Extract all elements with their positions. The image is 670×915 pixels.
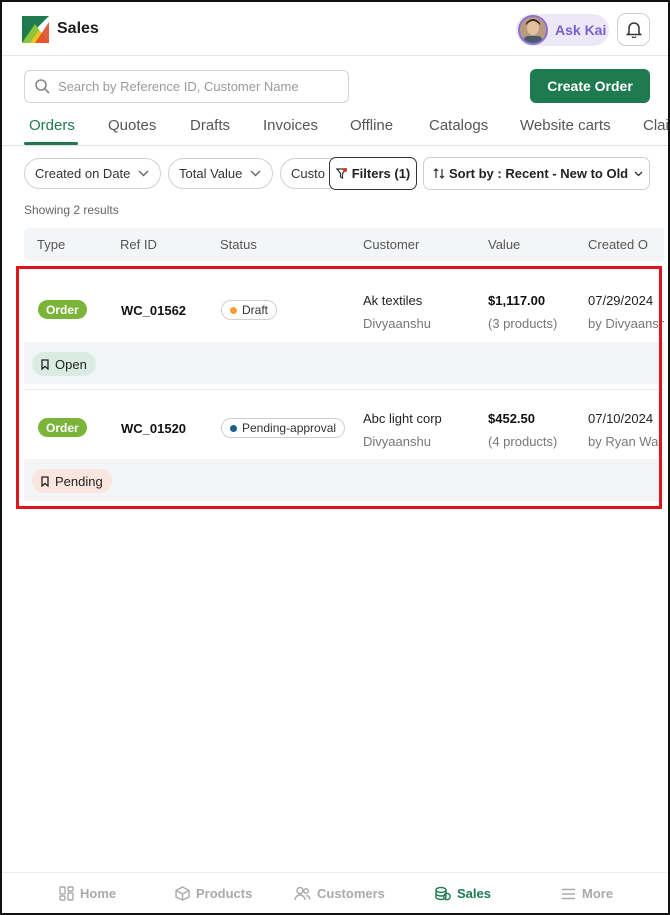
col-type: Type bbox=[37, 237, 66, 252]
nav-sales[interactable]: Sales bbox=[435, 886, 491, 901]
filters-label: Filters (1) bbox=[351, 166, 411, 181]
app-logo-icon bbox=[22, 16, 49, 43]
sort-button[interactable]: Sort by : Recent - New to Old bbox=[423, 157, 650, 190]
ask-kai-label: Ask Kai bbox=[555, 22, 607, 38]
created-on-date-filter[interactable]: Created on Date bbox=[24, 158, 161, 189]
menu-icon bbox=[562, 888, 575, 899]
users-icon bbox=[294, 886, 311, 901]
customer-filter-label: Custo bbox=[291, 166, 325, 181]
top-header: Sales Ask Kai bbox=[2, 2, 668, 56]
results-count: Showing 2 results bbox=[24, 203, 119, 217]
tab-catalogs[interactable]: Catalogs bbox=[429, 117, 488, 134]
nav-home[interactable]: Home bbox=[59, 886, 116, 901]
create-order-button[interactable]: Create Order bbox=[530, 69, 650, 103]
chevron-down-icon bbox=[138, 170, 149, 177]
total-value-label: Total Value bbox=[179, 166, 243, 181]
col-ref-id: Ref ID bbox=[120, 237, 157, 252]
search-input[interactable] bbox=[58, 79, 338, 94]
tab-invoices[interactable]: Invoices bbox=[263, 117, 318, 134]
sort-label: Sort by : Recent - New to Old bbox=[449, 166, 629, 181]
nav-more-label: More bbox=[582, 886, 614, 901]
nav-products-label: Products bbox=[196, 886, 253, 901]
tab-quotes[interactable]: Quotes bbox=[108, 117, 156, 134]
customer-filter[interactable]: Custo bbox=[280, 158, 332, 189]
chevron-down-icon bbox=[634, 171, 643, 176]
nav-customers[interactable]: Customers bbox=[294, 886, 385, 901]
search-box[interactable] bbox=[24, 70, 349, 103]
nav-home-label: Home bbox=[80, 886, 117, 901]
app-frame: Sales Ask Kai Create Order bbox=[0, 0, 670, 915]
coins-icon bbox=[435, 886, 451, 901]
filters-button[interactable]: Filters (1) bbox=[329, 157, 417, 190]
bottom-navigation: Home Products Customers Sales More bbox=[2, 872, 668, 913]
nav-sales-label: Sales bbox=[457, 886, 491, 901]
nav-more[interactable]: More bbox=[561, 886, 613, 901]
app-title: Sales bbox=[57, 20, 99, 37]
tab-claims[interactable]: Clai bbox=[643, 117, 668, 134]
sales-tabs: Orders Quotes Drafts Invoices Offline Ca… bbox=[2, 110, 668, 146]
col-customer: Customer bbox=[363, 237, 420, 252]
table-header: Type Ref ID Status Customer Value Create… bbox=[24, 228, 664, 261]
avatar bbox=[518, 15, 548, 45]
tab-drafts[interactable]: Drafts bbox=[190, 117, 230, 134]
search-icon bbox=[35, 79, 50, 94]
active-tab-indicator bbox=[24, 142, 78, 145]
notifications-button[interactable] bbox=[617, 13, 650, 46]
ask-kai-button[interactable]: Ask Kai bbox=[516, 14, 609, 46]
sort-arrows-icon bbox=[433, 168, 445, 179]
box-icon bbox=[175, 886, 190, 901]
highlight-box bbox=[16, 266, 662, 509]
bell-icon bbox=[625, 22, 642, 38]
home-icon bbox=[59, 886, 74, 901]
col-created-on: Created O bbox=[588, 237, 648, 252]
tab-website-carts[interactable]: Website carts bbox=[520, 117, 611, 134]
chevron-down-icon bbox=[250, 170, 261, 177]
nav-customers-label: Customers bbox=[317, 886, 385, 901]
total-value-filter[interactable]: Total Value bbox=[168, 158, 273, 189]
avatar-face-icon bbox=[520, 17, 546, 43]
filter-funnel-icon bbox=[335, 168, 347, 179]
col-status: Status bbox=[220, 237, 257, 252]
nav-products[interactable]: Products bbox=[175, 886, 252, 901]
col-value: Value bbox=[488, 237, 521, 252]
tab-offline[interactable]: Offline bbox=[350, 117, 393, 134]
tab-orders[interactable]: Orders bbox=[29, 117, 75, 134]
created-on-date-label: Created on Date bbox=[35, 166, 131, 181]
